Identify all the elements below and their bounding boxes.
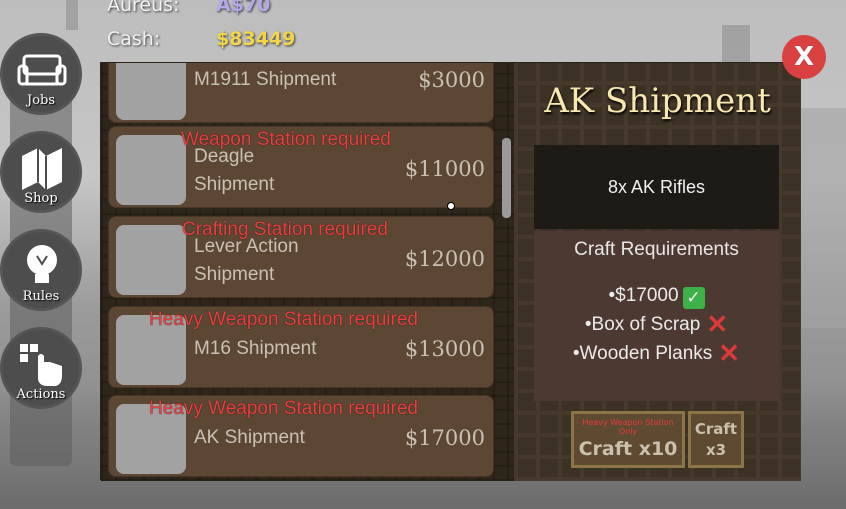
cross-icon: ✕: [706, 309, 729, 339]
item-requirement: Heavy Weapon Station required: [149, 309, 418, 330]
item-thumbnail: [116, 63, 186, 120]
item-price: $3000: [418, 68, 485, 92]
requirement-item: •$17000 ✓: [534, 281, 779, 310]
cross-icon: ✕: [718, 338, 741, 368]
item-thumbnail: [116, 135, 186, 205]
item-thumbnail: [116, 225, 186, 295]
item-name: AK Shipment: [194, 427, 305, 448]
item-price: $17000: [404, 426, 485, 450]
building-silhouette: [800, 108, 846, 328]
checkmark-icon: ✓: [682, 287, 705, 309]
shop-list[interactable]: M1911 Shipment $3000 Deagle Shipment $11…: [101, 63, 514, 481]
lightbulb-icon: [27, 245, 57, 283]
item-name: Lever Action Shipment: [194, 236, 299, 285]
hand-pointer-icon: [20, 344, 62, 386]
item-price: $13000: [404, 337, 485, 361]
list-item[interactable]: AK Shipment $17000 Heavy Weapon Station …: [108, 395, 494, 477]
list-item[interactable]: Deagle Shipment $11000 Weapon Station re…: [108, 126, 494, 208]
shop-panel: M1911 Shipment $3000 Deagle Shipment $11…: [100, 62, 801, 481]
shop-label: Shop: [24, 191, 58, 206]
item-detail-pane: AK Shipment 8x AK Rifles Craft Requireme…: [514, 63, 801, 481]
list-scrollbar[interactable]: [502, 138, 511, 218]
requirement-text: •Box of Scrap: [584, 314, 701, 335]
item-requirement: Weapon Station required: [181, 129, 391, 150]
aureus-label: Aureus:: [107, 0, 180, 16]
jobs-label: Jobs: [26, 93, 56, 108]
requirement-text: •Wooden Planks: [572, 343, 713, 364]
craft-x10-label: Craft x10: [578, 438, 678, 460]
jobs-button[interactable]: Jobs: [0, 33, 82, 115]
list-item[interactable]: M16 Shipment $13000 Heavy Weapon Station…: [108, 306, 494, 388]
rules-label: Rules: [22, 289, 60, 304]
item-name: M16 Shipment: [194, 338, 317, 359]
item-price: $11000: [404, 157, 485, 181]
item-price: $12000: [404, 247, 485, 271]
couch-icon: [17, 54, 67, 86]
close-button[interactable]: X: [782, 35, 826, 79]
actions-button[interactable]: Actions: [0, 327, 82, 409]
requirement-text: •$17000: [608, 285, 679, 306]
requirement-item: •Wooden Planks ✕: [534, 339, 779, 368]
detail-contents: 8x AK Rifles: [534, 145, 779, 229]
craft-x10-button[interactable]: Heavy Weapon Station Only Craft x10: [571, 411, 685, 468]
shop-button[interactable]: Shop: [0, 131, 82, 213]
actions-label: Actions: [16, 387, 66, 402]
cash-value: $83449: [216, 28, 296, 50]
item-name: M1911 Shipment: [194, 69, 337, 90]
mouse-cursor: [447, 202, 455, 210]
list-item[interactable]: Lever Action Shipment $12000 Crafting St…: [108, 216, 494, 298]
aureus-value: A$70: [216, 0, 271, 16]
requirement-item: •Box of Scrap ✕: [534, 310, 779, 339]
craft-requirements: Craft Requirements •$17000 ✓ •Box of Scra…: [534, 231, 779, 401]
detail-title: AK Shipment: [544, 81, 771, 121]
rules-button[interactable]: Rules: [0, 229, 82, 311]
craft-x3-button[interactable]: Craft x3: [688, 411, 744, 468]
list-item[interactable]: M1911 Shipment $3000: [108, 63, 494, 123]
requirements-list: •$17000 ✓ •Box of Scrap ✕ •Wooden Planks ✕: [534, 281, 779, 368]
item-requirement: Crafting Station required: [182, 219, 388, 240]
item-requirement: Heavy Weapon Station required: [149, 398, 418, 419]
tree-silhouette: [66, 0, 78, 30]
craft-x10-note: Heavy Weapon Station Only: [582, 418, 674, 436]
requirements-title: Craft Requirements: [574, 239, 739, 260]
cash-label: Cash:: [107, 28, 161, 50]
item-name: Deagle Shipment: [194, 146, 275, 195]
map-icon: [22, 148, 62, 190]
